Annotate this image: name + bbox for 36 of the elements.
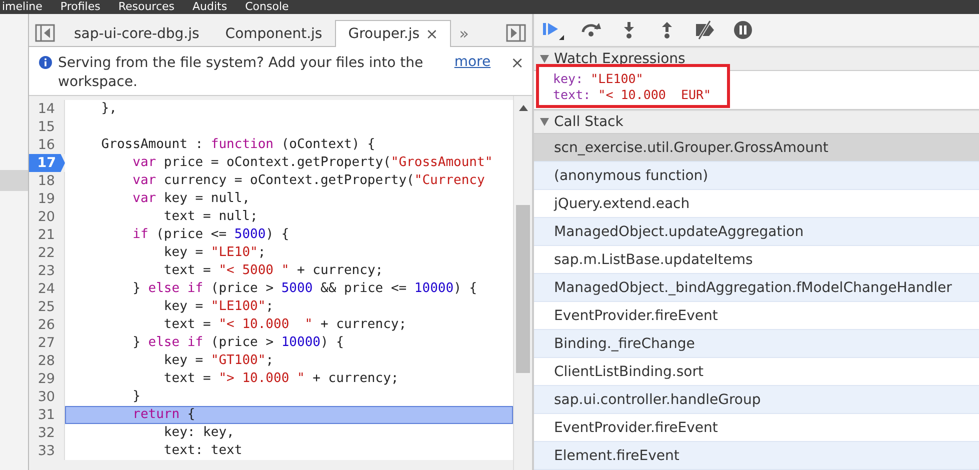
section-title[interactable]: Call Stack xyxy=(554,114,624,130)
close-icon[interactable]: × xyxy=(510,54,524,95)
menu-tab[interactable]: Profiles xyxy=(60,0,100,14)
menu-tab[interactable]: Console xyxy=(245,0,289,14)
call-stack-frame[interactable]: (anonymous function) xyxy=(534,162,979,190)
info-message: Serving from the file system? Add your files into the workspace. xyxy=(58,54,424,92)
watch-expression: text: "< 10.000 EUR" xyxy=(553,87,712,103)
call-stack-frame[interactable]: ManagedObject.updateAggregation xyxy=(534,218,979,246)
disclosure-triangle-icon[interactable] xyxy=(540,55,549,63)
call-stack-frame[interactable]: Element.fireEvent xyxy=(534,442,979,470)
menu-tab[interactable]: imeline xyxy=(2,0,42,14)
file-tab[interactable]: sap-ui-core-dbg.js xyxy=(61,20,212,46)
section-title[interactable]: Watch Expressions xyxy=(554,51,686,67)
call-stack-frame[interactable]: Binding._fireChange xyxy=(534,330,979,358)
more-link[interactable]: more xyxy=(454,54,491,95)
file-tab[interactable]: Grouper.js × xyxy=(335,20,452,47)
scroll-up-arrow-icon[interactable] xyxy=(518,105,528,111)
call-stack-frame[interactable]: ManagedObject._bindAggregation.fModelChangeHandler xyxy=(534,274,979,302)
overflow-button[interactable]: » xyxy=(451,20,477,46)
file-tab[interactable]: Component.js xyxy=(212,20,336,46)
menu-tab[interactable]: Audits xyxy=(192,0,228,14)
close-icon[interactable]: × xyxy=(426,25,438,43)
breakpoint-marker[interactable]: 17 xyxy=(29,154,65,172)
disclosure-triangle-icon[interactable] xyxy=(540,118,549,126)
panel-toggle-icon[interactable] xyxy=(35,24,55,42)
pause-icon[interactable] xyxy=(732,20,754,40)
call-stack-frame[interactable]: scn_exercise.util.Grouper.GrossAmount xyxy=(534,134,979,162)
watch-expression: key: "LE100" xyxy=(553,71,644,87)
menu-tab[interactable]: Resources xyxy=(118,0,175,14)
panel-toggle-icon[interactable] xyxy=(506,24,526,42)
call-stack-frame[interactable]: sap.ui.controller.handleGroup xyxy=(534,386,979,414)
scrollbar-thumb[interactable] xyxy=(516,205,530,373)
deactivate-breakpoints-icon[interactable] xyxy=(694,20,716,40)
resume-icon[interactable] xyxy=(542,20,564,40)
info-icon xyxy=(39,56,52,69)
navigator-row-highlight xyxy=(0,170,28,191)
